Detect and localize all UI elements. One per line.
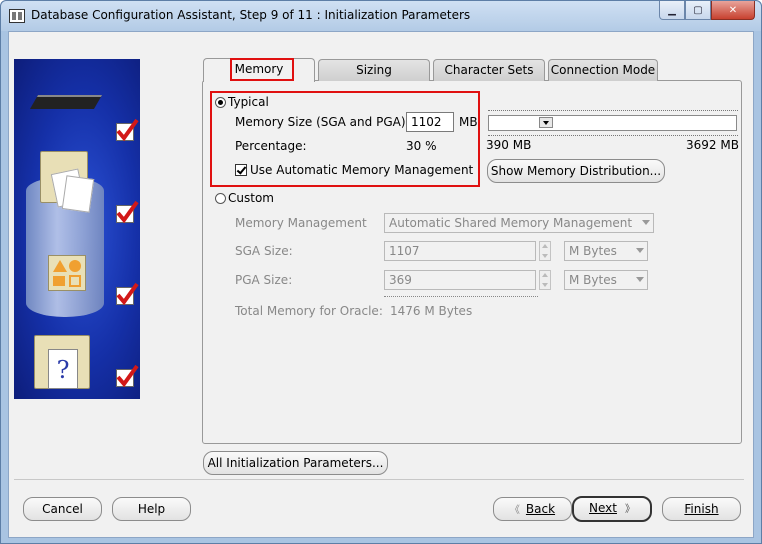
memory-slider[interactable] [488,115,737,131]
back-label: Back [525,502,556,516]
step-check-icon [116,200,139,224]
help-button[interactable]: Help [112,497,191,521]
finish-label: Finish [684,502,719,516]
percentage-label: Percentage: [235,139,307,153]
shapes-icon [48,255,86,291]
typical-label: Typical [228,95,269,109]
slider-tick-line [488,135,738,136]
tab-highlight-box [230,58,294,81]
memory-management-label: Memory Management [235,216,367,230]
next-arrow-icon: 》 [624,504,635,515]
pga-spinner[interactable] [539,270,551,290]
slider-thumb[interactable] [539,117,553,128]
back-button[interactable]: 《 Back [493,497,572,521]
step-check-icon [116,364,139,388]
step-check-icon [116,118,139,142]
percentage-value: 30 % [406,139,437,153]
sga-size-input[interactable]: 1107 [384,241,536,261]
tab-connection-mode[interactable]: Connection Mode [548,59,658,81]
total-memory-label: Total Memory for Oracle: [235,304,383,318]
footer-separator [14,479,744,480]
pga-unit-select[interactable]: M Bytes [564,270,648,290]
window-controls: ▁ ▢ ✕ [659,1,755,21]
pga-size-label: PGA Size: [235,273,293,287]
memory-chip-icon [29,95,103,109]
window-title: Database Configuration Assistant, Step 9… [31,8,471,22]
tab-sizing[interactable]: Sizing [318,59,430,81]
sga-unit-select[interactable]: M Bytes [564,241,648,261]
tab-character-sets[interactable]: Character Sets [433,59,545,81]
maximize-button[interactable]: ▢ [685,1,711,20]
all-initialization-parameters-button[interactable]: All Initialization Parameters... [203,451,388,475]
typical-radio[interactable] [215,97,226,108]
sga-spinner[interactable] [539,241,551,261]
title-bar[interactable]: Database Configuration Assistant, Step 9… [1,1,761,31]
question-document-icon: ? [48,349,78,389]
memory-size-label: Memory Size (SGA and PGA): [235,115,410,129]
back-arrow-icon: 《 [509,505,520,516]
slider-max-label: 3692 MB [686,138,739,152]
cancel-button[interactable]: Cancel [23,497,102,521]
auto-memory-label: Use Automatic Memory Management [250,163,474,177]
app-icon [9,9,25,23]
pga-size-input[interactable]: 369 [384,270,536,290]
step-check-icon [116,282,139,306]
next-label: Next [589,501,617,515]
next-button[interactable]: Next 》 [572,496,652,522]
show-memory-distribution-button[interactable]: Show Memory Distribution... [487,159,665,183]
total-memory-value: 1476 M Bytes [390,304,473,318]
close-button[interactable]: ✕ [711,1,755,20]
minimize-button[interactable]: ▁ [659,1,685,20]
slider-min-label: 390 MB [486,138,532,152]
slider-tick-line [488,110,738,111]
finish-button[interactable]: Finish [662,497,741,521]
document-icon [61,175,95,213]
wizard-illustration: ? [14,59,140,399]
memory-management-select[interactable]: Automatic Shared Memory Management [384,213,654,233]
memory-size-unit: MB [459,115,478,129]
custom-label: Custom [228,191,274,205]
dbca-window: Database Configuration Assistant, Step 9… [0,0,762,544]
memory-size-input[interactable]: 1102 [406,112,454,132]
sga-size-label: SGA Size: [235,244,293,258]
custom-radio[interactable] [215,193,226,204]
total-divider [384,296,538,297]
auto-memory-checkbox[interactable] [235,164,247,176]
